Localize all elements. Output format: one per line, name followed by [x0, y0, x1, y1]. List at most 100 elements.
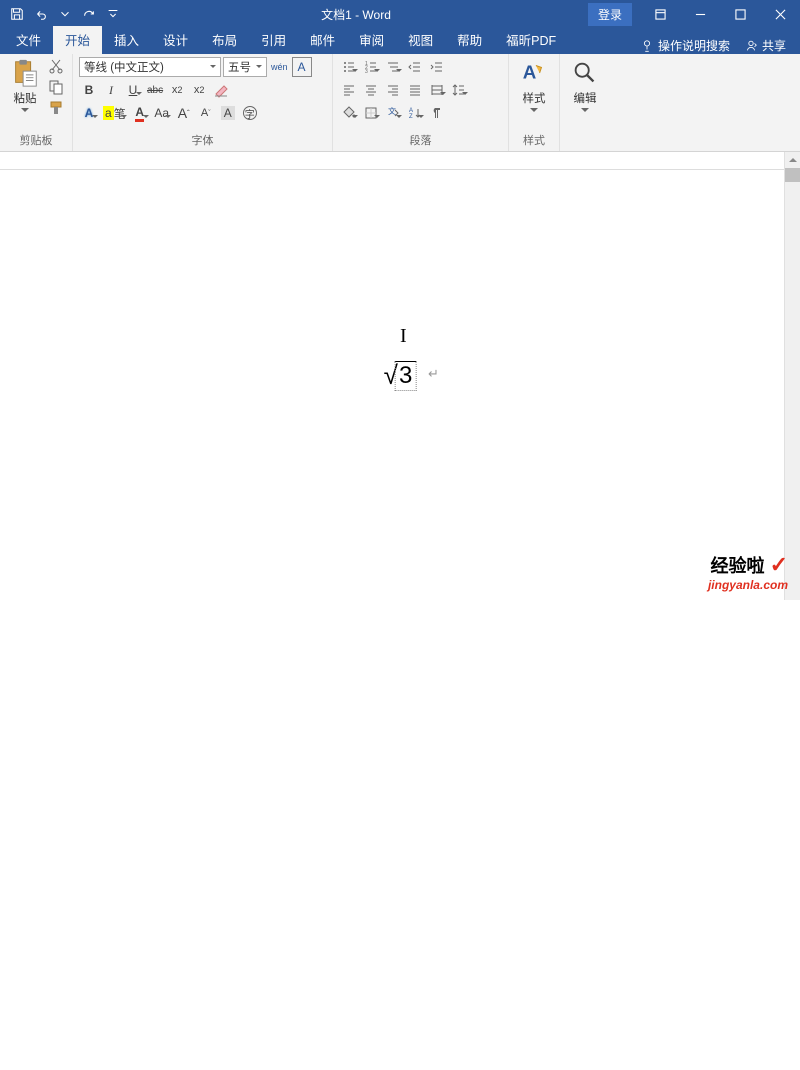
font-group-label: 字体 [79, 130, 326, 151]
align-right-button[interactable] [383, 80, 403, 100]
styles-group-label: 样式 [515, 130, 553, 151]
paste-label: 粘贴 [14, 90, 37, 106]
svg-text:文: 文 [388, 106, 396, 116]
undo-icon[interactable] [30, 3, 52, 25]
tab-layout[interactable]: 布局 [200, 26, 249, 54]
radicand[interactable]: 3 [395, 361, 416, 391]
window-title: 文档1 - Word [124, 6, 588, 23]
justify-button[interactable] [405, 80, 425, 100]
align-left-button[interactable] [339, 80, 359, 100]
strikethrough-button[interactable]: abc [145, 80, 165, 100]
quick-access-toolbar [0, 3, 124, 25]
group-font: 等线 (中文正文) 五号 wén A B I U abc x2 x2 A a笔 … [73, 54, 333, 151]
tab-review[interactable]: 审阅 [347, 26, 396, 54]
tell-me-label: 操作说明搜索 [658, 37, 730, 54]
shrink-font-button[interactable]: Aˇ [196, 103, 216, 123]
multilevel-list-button[interactable] [383, 57, 403, 77]
tab-references[interactable]: 引用 [249, 26, 298, 54]
watermark: 经验啦 ✓ jingyanla.com [708, 552, 788, 592]
watermark-url: jingyanla.com [708, 578, 788, 592]
editing-button[interactable]: 编辑 [566, 56, 604, 115]
scroll-up-icon[interactable] [785, 152, 800, 168]
superscript-button[interactable]: x2 [189, 80, 209, 100]
group-editing: 编辑 [560, 54, 610, 151]
styles-label: 样式 [523, 90, 546, 106]
change-case-button[interactable]: Aa [152, 103, 172, 123]
increase-indent-button[interactable] [427, 57, 447, 77]
equation[interactable]: √ 3 [384, 360, 417, 391]
distributed-button[interactable] [427, 80, 447, 100]
font-name-combo[interactable]: 等线 (中文正文) [79, 57, 221, 77]
save-icon[interactable] [6, 3, 28, 25]
numbering-button[interactable]: 123 [361, 57, 381, 77]
tab-design[interactable]: 设计 [151, 26, 200, 54]
bold-button[interactable]: B [79, 80, 99, 100]
borders-button[interactable] [361, 103, 381, 123]
text-effects-button[interactable]: A [79, 103, 99, 123]
subscript-button[interactable]: x2 [167, 80, 187, 100]
minimize-icon[interactable] [680, 0, 720, 28]
paragraph-mark-icon: ↵ [428, 366, 439, 382]
clipboard-group-label: 剪贴板 [6, 130, 66, 151]
vertical-scrollbar[interactable] [784, 152, 800, 600]
share-label: 共享 [762, 37, 786, 54]
text-cursor-icon: I [400, 325, 407, 348]
share-button[interactable]: 共享 [744, 37, 786, 54]
paste-button[interactable]: 粘贴 [6, 56, 44, 115]
styles-button[interactable]: A 样式 [515, 56, 553, 115]
ribbon-tabs: 文件 开始 插入 设计 布局 引用 邮件 审阅 视图 帮助 福昕PDF 操作说明… [0, 28, 800, 54]
phonetic-guide-button[interactable]: wén [269, 57, 290, 77]
underline-button[interactable]: U [123, 80, 143, 100]
character-border-button[interactable]: A [292, 57, 312, 77]
group-paragraph: 123 文 AZ 段落 [333, 54, 509, 151]
svg-text:Z: Z [409, 114, 413, 120]
align-center-button[interactable] [361, 80, 381, 100]
line-spacing-button[interactable] [449, 80, 469, 100]
copy-button[interactable] [46, 77, 66, 97]
page[interactable]: I √ 3 ↵ [50, 170, 750, 1070]
cut-button[interactable] [46, 56, 66, 76]
italic-button[interactable]: I [101, 80, 121, 100]
clear-formatting-button[interactable] [211, 80, 231, 100]
tab-file[interactable]: 文件 [4, 26, 53, 54]
ribbon-options-icon[interactable] [640, 0, 680, 28]
font-color-button[interactable]: A [130, 103, 150, 123]
watermark-text: 经验啦 [711, 556, 765, 576]
group-clipboard: 粘贴 剪贴板 [0, 54, 73, 151]
tab-view[interactable]: 视图 [396, 26, 445, 54]
grow-font-button[interactable]: Aˆ [174, 103, 194, 123]
tab-insert[interactable]: 插入 [102, 26, 151, 54]
scroll-thumb[interactable] [785, 168, 800, 182]
tab-help[interactable]: 帮助 [445, 26, 494, 54]
redo-icon[interactable] [78, 3, 100, 25]
title-bar: 文档1 - Word 登录 [0, 0, 800, 28]
font-size-combo[interactable]: 五号 [223, 57, 267, 77]
show-marks-button[interactable] [427, 103, 447, 123]
tab-foxit[interactable]: 福昕PDF [494, 26, 568, 54]
tab-mailings[interactable]: 邮件 [298, 26, 347, 54]
shading-button[interactable] [339, 103, 359, 123]
maximize-icon[interactable] [720, 0, 760, 28]
qat-dropdown-icon[interactable] [54, 3, 76, 25]
window-controls: 登录 [588, 0, 800, 28]
qat-customize-icon[interactable] [102, 3, 124, 25]
document-area[interactable]: I √ 3 ↵ [0, 170, 800, 600]
editing-label: 编辑 [574, 90, 597, 106]
format-painter-button[interactable] [46, 98, 66, 118]
group-styles: A 样式 样式 [509, 54, 560, 151]
ruler[interactable] [0, 152, 800, 170]
text-direction-button[interactable]: 文 [383, 103, 403, 123]
editing-group-label [566, 134, 604, 151]
checkmark-icon: ✓ [770, 552, 788, 577]
tab-home[interactable]: 开始 [53, 26, 102, 54]
highlight-button[interactable]: a笔 [101, 103, 128, 123]
character-shading-button[interactable]: A [218, 103, 238, 123]
decrease-indent-button[interactable] [405, 57, 425, 77]
login-button[interactable]: 登录 [588, 3, 632, 26]
svg-text:A: A [523, 62, 537, 83]
close-icon[interactable] [760, 0, 800, 28]
sort-button[interactable]: AZ [405, 103, 425, 123]
bullets-button[interactable] [339, 57, 359, 77]
enclose-characters-button[interactable]: 字 [240, 103, 260, 123]
tell-me-search[interactable]: 操作说明搜索 [640, 37, 730, 54]
